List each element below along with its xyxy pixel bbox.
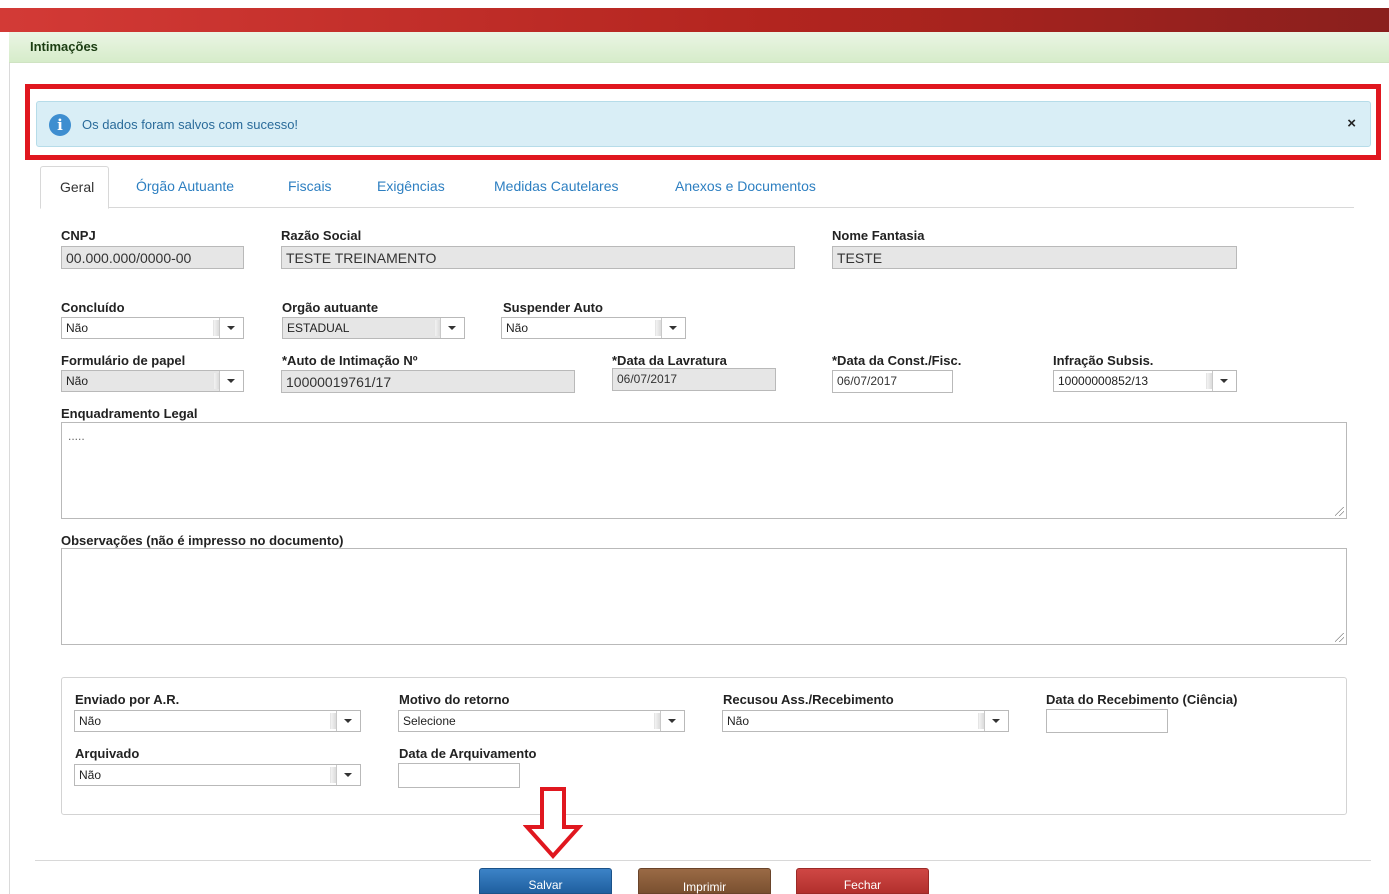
data-recebimento-label: Data do Recebimento (Ciência) — [1046, 692, 1238, 707]
recusou-select[interactable]: Não — [722, 710, 1009, 732]
top-header-bar — [0, 0, 1389, 32]
data-lavratura-label: *Data da Lavratura — [612, 353, 727, 368]
enviado-ar-label: Enviado por A.R. — [75, 692, 180, 707]
alert-message: Os dados foram salvos com sucesso! — [82, 117, 299, 132]
infracao-subsis-select[interactable]: 10000000852/13 — [1053, 370, 1237, 392]
data-arquivamento-label: Data de Arquivamento — [399, 746, 537, 761]
cnpj-label: CNPJ — [61, 228, 96, 243]
dropdown-button[interactable] — [336, 711, 360, 731]
dropdown-button[interactable] — [219, 318, 243, 338]
save-button[interactable]: Salvar — [479, 868, 612, 894]
data-const-fisc-label: *Data da Const./Fisc. — [832, 353, 962, 368]
auto-intimacao-field: 10000019761/17 — [281, 370, 575, 393]
orgao-autuante-select[interactable]: ESTADUAL — [282, 317, 465, 339]
chevron-down-icon — [344, 773, 352, 777]
dropdown-button[interactable] — [661, 318, 685, 338]
dropdown-button[interactable] — [1212, 371, 1236, 391]
formulario-papel-select[interactable]: Não — [61, 370, 244, 392]
tab-fiscais[interactable]: Fiscais — [288, 166, 332, 208]
dropdown-button[interactable] — [440, 318, 464, 338]
dropdown-button[interactable] — [219, 371, 243, 391]
auto-intimacao-label: *Auto de Intimação Nº — [282, 353, 418, 368]
suspender-auto-select[interactable]: Não — [501, 317, 686, 339]
concluido-value: Não — [66, 321, 89, 335]
enquadramento-legal-textarea[interactable]: ..... — [61, 422, 1347, 519]
orgao-autuante-label: Orgão autuante — [282, 300, 379, 315]
formulario-papel-value: Não — [66, 374, 89, 388]
suspender-auto-value: Não — [506, 321, 529, 335]
nome-fantasia-label: Nome Fantasia — [832, 228, 925, 243]
tab-orgao-autuante[interactable]: Órgão Autuante — [136, 166, 234, 208]
observacoes-textarea[interactable] — [61, 548, 1347, 645]
data-arquivamento-field[interactable] — [398, 763, 520, 788]
arquivado-label: Arquivado — [75, 746, 140, 761]
observacoes-label: Observações (não é impresso no documento… — [61, 533, 344, 548]
chevron-down-icon — [227, 326, 235, 330]
close-icon[interactable]: × — [1347, 116, 1356, 131]
motivo-retorno-select[interactable]: Selecione — [398, 710, 685, 732]
resize-handle-icon[interactable] — [1335, 507, 1344, 516]
recusou-label: Recusou Ass./Recebimento — [723, 692, 894, 707]
data-const-fisc-field[interactable]: 06/07/2017 — [832, 370, 953, 393]
suspender-auto-label: Suspender Auto — [503, 300, 603, 315]
data-recebimento-field[interactable] — [1046, 709, 1168, 733]
razao-social-label: Razão Social — [281, 228, 362, 243]
dropdown-button[interactable] — [984, 711, 1008, 731]
tab-exigencias[interactable]: Exigências — [377, 166, 445, 208]
chevron-down-icon — [668, 719, 676, 723]
recusou-value: Não — [727, 714, 750, 728]
razao-social-field: TESTE TREINAMENTO — [281, 246, 795, 269]
tab-geral[interactable]: Geral — [40, 166, 110, 209]
cnpj-field: 00.000.000/0000-00 — [61, 246, 244, 269]
infracao-subsis-value: 10000000852/13 — [1058, 374, 1149, 388]
dropdown-button[interactable] — [336, 765, 360, 785]
module-title: Intimações — [30, 39, 98, 54]
concluido-select[interactable]: Não — [61, 317, 244, 339]
chevron-down-icon — [992, 719, 1000, 723]
module-header: Intimações — [9, 32, 1389, 63]
tab-medidas-cautelares[interactable]: Medidas Cautelares — [494, 166, 619, 208]
formulario-papel-label: Formulário de papel — [61, 353, 186, 368]
tab-anexos-documentos[interactable]: Anexos e Documentos — [675, 166, 816, 208]
close-button[interactable]: Fechar — [796, 868, 929, 894]
success-alert: i Os dados foram salvos com sucesso! × — [36, 101, 1371, 147]
chevron-down-icon — [448, 326, 456, 330]
print-button[interactable]: Imprimir — [638, 868, 771, 894]
resize-handle-icon[interactable] — [1335, 633, 1344, 642]
enquadramento-legal-value: ..... — [68, 429, 85, 443]
tab-bar: Geral Órgão Autuante Fiscais Exigências … — [40, 166, 1354, 209]
concluido-label: Concluído — [61, 300, 125, 315]
orgao-autuante-value: ESTADUAL — [287, 321, 350, 335]
dropdown-button[interactable] — [660, 711, 684, 731]
annotation-arrow-icon — [523, 787, 583, 859]
left-border — [9, 63, 10, 894]
arquivado-value: Não — [79, 768, 102, 782]
motivo-retorno-label: Motivo do retorno — [399, 692, 510, 707]
chevron-down-icon — [227, 379, 235, 383]
actions-divider — [35, 860, 1371, 861]
info-icon: i — [49, 114, 71, 136]
arquivado-select[interactable]: Não — [74, 764, 361, 786]
chevron-down-icon — [344, 719, 352, 723]
chevron-down-icon — [1220, 379, 1228, 383]
enviado-ar-value: Não — [79, 714, 102, 728]
enviado-ar-select[interactable]: Não — [74, 710, 361, 732]
data-lavratura-field: 06/07/2017 — [612, 368, 776, 391]
chevron-down-icon — [669, 326, 677, 330]
infracao-subsis-label: Infração Subsis. — [1053, 353, 1154, 368]
nome-fantasia-field: TESTE — [832, 246, 1237, 269]
enquadramento-legal-label: Enquadramento Legal — [61, 406, 198, 421]
motivo-retorno-value: Selecione — [403, 714, 456, 728]
